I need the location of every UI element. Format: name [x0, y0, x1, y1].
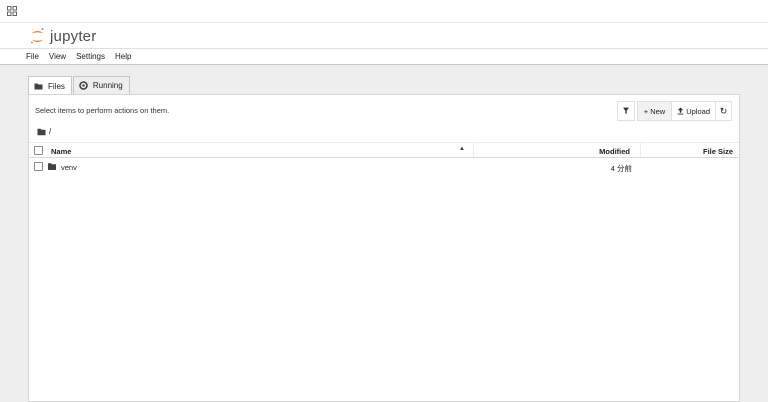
tab-bar: Files Running [28, 76, 131, 95]
header-modified[interactable]: Modified [599, 147, 630, 156]
app-name: jupyter [50, 27, 97, 45]
folder-icon [34, 83, 43, 89]
tab-running-label: Running [92, 81, 123, 90]
file-toolbar: + New Upload ↻ [616, 101, 732, 121]
menu-view[interactable]: View [49, 52, 66, 61]
home-folder-icon[interactable] [37, 128, 46, 136]
item-modified: 4 分前 [610, 164, 632, 173]
filter-icon [622, 107, 629, 114]
item-checkbox[interactable] [34, 162, 43, 171]
menu-bar: File View Settings Help [0, 48, 768, 65]
selection-hint: Select items to perform actions on them. [35, 106, 170, 115]
list-item[interactable]: venv 4 分前 [29, 159, 739, 175]
menu-settings[interactable]: Settings [76, 52, 105, 61]
upload-button[interactable]: Upload [671, 101, 716, 121]
tab-files[interactable]: Files [28, 76, 72, 95]
refresh-icon: ↻ [719, 105, 728, 116]
jupyter-logo[interactable]: jupyter [30, 25, 96, 47]
column-divider[interactable] [473, 143, 474, 157]
sort-ascending-icon: ▲ [459, 146, 465, 152]
top-strip [0, 0, 768, 23]
tab-files-label: Files [48, 81, 65, 91]
file-browser-panel: Select items to perform actions on them.… [28, 94, 740, 402]
folder-icon [48, 163, 56, 170]
listing-header: Name ▲ Modified File Size [29, 142, 739, 158]
breadcrumb: / [37, 127, 51, 136]
select-all-checkbox[interactable] [34, 146, 43, 155]
running-icon [79, 81, 88, 90]
menu-file[interactable]: File [26, 52, 39, 61]
launcher-grid-icon[interactable] [7, 6, 17, 16]
header: jupyter [0, 23, 768, 48]
filter-button[interactable] [616, 101, 635, 121]
breadcrumb-path[interactable]: / [49, 127, 51, 136]
tab-running[interactable]: Running [72, 76, 130, 94]
menu-help[interactable]: Help [115, 52, 131, 61]
header-file-size[interactable]: File Size [703, 147, 733, 156]
refresh-button[interactable]: ↻ [715, 101, 732, 121]
upload-icon [677, 107, 684, 115]
item-name: venv [61, 163, 77, 172]
new-button[interactable]: + New [636, 101, 673, 121]
jupyter-logo-icon [31, 28, 44, 44]
header-name[interactable]: Name [51, 147, 71, 156]
column-divider[interactable] [640, 143, 641, 157]
upload-label: Upload [686, 106, 710, 116]
